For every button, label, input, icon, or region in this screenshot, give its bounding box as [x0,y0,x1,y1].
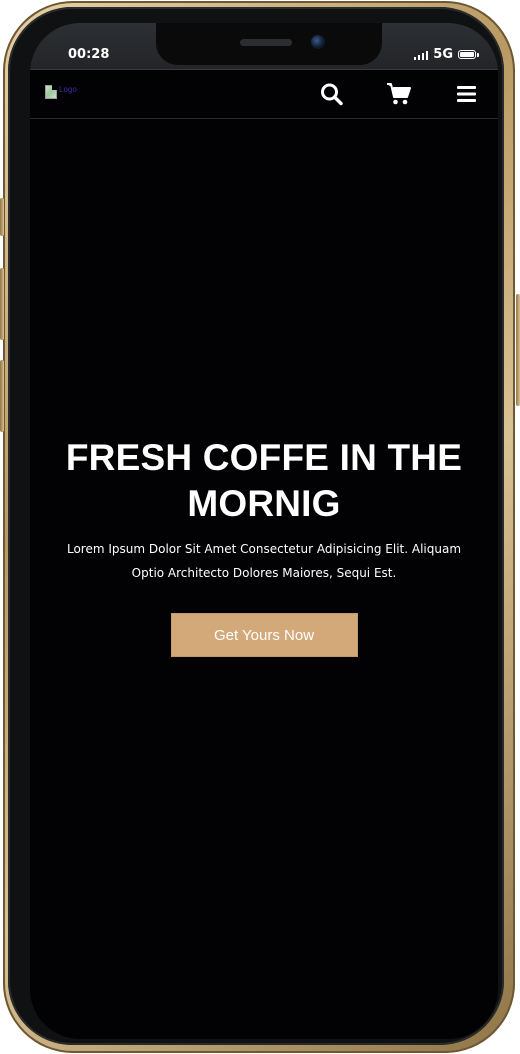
volume-down-button [0,360,4,432]
network-type: 5G [433,47,453,62]
cart-icon[interactable] [386,82,412,106]
earpiece-speaker [240,39,292,46]
logo-alt-text: Logo [59,85,77,94]
power-button [516,294,520,406]
search-icon[interactable] [319,82,345,106]
site-logo[interactable]: Logo [45,85,105,103]
screen: 00:28 5G Logo FRESH COFFE IN THE MORNIG … [30,23,498,1039]
status-time: 00:28 [68,47,110,62]
notch [156,23,382,65]
battery-icon [458,50,479,59]
status-bar: 00:28 5G [30,23,498,69]
action-button [0,198,4,236]
front-camera [311,35,325,49]
hero-description: Lorem Ipsum Dolor Sit Amet Consectetur A… [66,542,462,580]
get-yours-now-button[interactable]: Get Yours Now [170,613,358,657]
broken-image-icon [45,85,57,99]
hero-section: FRESH COFFE IN THE MORNIG Lorem Ipsum Do… [30,435,498,657]
status-indicators: 5G [413,47,479,62]
volume-up-button [0,268,4,340]
signal-strength-icon [413,50,429,60]
hamburger-menu-icon[interactable] [454,82,480,106]
site-header: Logo [30,69,498,119]
hero-title: FRESH COFFE IN THE MORNIG [65,437,463,524]
